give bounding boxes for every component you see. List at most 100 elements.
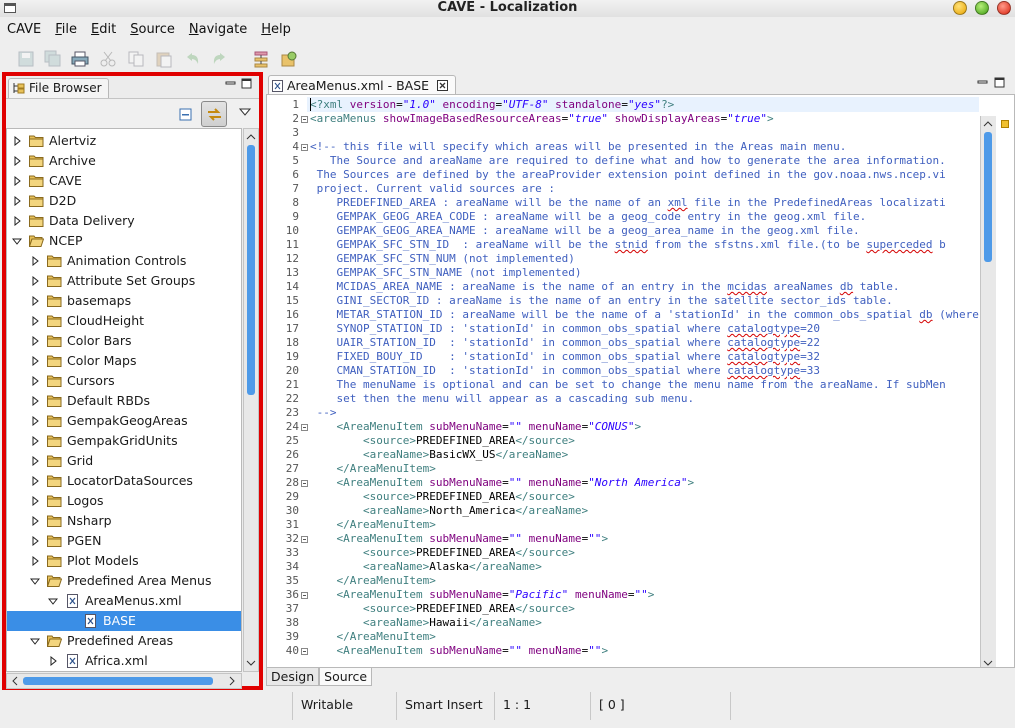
expanded-twisty-icon[interactable]: [11, 231, 23, 251]
menu-cave[interactable]: CAVE: [0, 18, 48, 42]
collapsed-twisty-icon[interactable]: [29, 291, 41, 311]
menu-help[interactable]: Help: [254, 18, 298, 42]
tree-item-logos[interactable]: Logos: [7, 491, 241, 511]
code-line[interactable]: </AreaMenuItem>: [310, 462, 436, 476]
code-line[interactable]: <?xml version="1.0" encoding="UTF-8" sta…: [310, 98, 674, 112]
close-window-button[interactable]: [997, 1, 1011, 15]
collapsed-twisty-icon[interactable]: [11, 171, 23, 191]
code-line[interactable]: set then the menu will appear as a casca…: [310, 392, 694, 406]
code-line[interactable]: -->: [310, 406, 337, 420]
collapsed-twisty-icon[interactable]: [29, 431, 41, 451]
collapsed-twisty-icon[interactable]: [29, 471, 41, 491]
fold-toggle-icon[interactable]: [301, 592, 308, 599]
collapsed-twisty-icon[interactable]: [29, 511, 41, 531]
code-line[interactable]: <AreaMenuItem subMenuName="" menuName=""…: [310, 532, 609, 546]
expanded-twisty-icon[interactable]: [29, 571, 41, 591]
fold-toggle-icon[interactable]: [301, 648, 308, 655]
overview-ruler[interactable]: [998, 116, 1014, 667]
code-line[interactable]: <areaName>North_America</areaName>: [310, 504, 588, 518]
collapsed-twisty-icon[interactable]: [11, 151, 23, 171]
minimize-button[interactable]: [953, 1, 967, 15]
editor-minimize-icon[interactable]: [977, 77, 988, 88]
tree-item-grid[interactable]: Grid: [7, 451, 241, 471]
tree-item-plot-models[interactable]: Plot Models: [7, 551, 241, 571]
code-line[interactable]: </AreaMenuItem>: [310, 518, 436, 532]
tree-item-pgen[interactable]: PGEN: [7, 531, 241, 551]
fold-toggle-icon[interactable]: [301, 116, 308, 123]
collapsed-twisty-icon[interactable]: [29, 311, 41, 331]
fold-toggle-icon[interactable]: [301, 480, 308, 487]
maximize-button[interactable]: [975, 1, 989, 15]
code-line[interactable]: GINI_SECTOR_ID : areaName is the name of…: [310, 294, 892, 308]
code-line[interactable]: PREDEFINED_AREA : areaName will be the n…: [310, 196, 945, 210]
tree-item-predefined-areas[interactable]: Predefined Areas: [7, 631, 241, 651]
tree-vertical-scroll-thumb[interactable]: [247, 145, 255, 395]
tab-design[interactable]: Design: [266, 668, 320, 686]
code-line[interactable]: FIXED_BOUY_ID : 'stationId' in common_ob…: [310, 350, 819, 364]
code-line[interactable]: METAR_STATION_ID : areaName will be the …: [310, 308, 978, 322]
save-icon[interactable]: [17, 50, 35, 68]
fold-toggle-icon[interactable]: [301, 536, 308, 543]
tree-horizontal-scrollbar[interactable]: [6, 673, 242, 689]
redo-icon[interactable]: [211, 50, 229, 68]
code-line[interactable]: <source>PREDEFINED_AREA</source>: [310, 434, 575, 448]
code-line[interactable]: GEMPAK_SFC_STN_ID : areaName will be the…: [310, 238, 945, 252]
tab-source[interactable]: Source: [319, 668, 373, 686]
code-line[interactable]: <AreaMenuItem subMenuName="" menuName=""…: [310, 644, 609, 658]
close-tab-icon[interactable]: [437, 80, 449, 91]
tree-item-cloudheight[interactable]: CloudHeight: [7, 311, 241, 331]
collapsed-twisty-icon[interactable]: [29, 491, 41, 511]
tree-item-default-rbds[interactable]: Default RBDs: [7, 391, 241, 411]
code-line[interactable]: <AreaMenuItem subMenuName="" menuName="C…: [310, 420, 642, 434]
code-line[interactable]: </AreaMenuItem>: [310, 574, 436, 588]
code-line[interactable]: <source>PREDEFINED_AREA</source>: [310, 546, 575, 560]
collapsed-twisty-icon[interactable]: [29, 391, 41, 411]
editor-vertical-scroll-thumb[interactable]: [984, 132, 992, 262]
scroll-down-icon[interactable]: [245, 657, 257, 669]
tree-item-areamenus-xml[interactable]: AreaMenus.xml: [7, 591, 241, 611]
maximize-view-icon[interactable]: [241, 78, 252, 89]
collapsed-twisty-icon[interactable]: [29, 351, 41, 371]
source-editor[interactable]: 1 <?xml version="1.0" encoding="UTF-8" st…: [266, 94, 1015, 668]
collapsed-twisty-icon[interactable]: [29, 551, 41, 571]
fold-toggle-icon[interactable]: [301, 144, 308, 151]
scroll-left-icon[interactable]: [9, 675, 21, 687]
editor-maximize-icon[interactable]: [994, 77, 1005, 88]
code-line[interactable]: GEMPAK_GEOG_AREA_CODE : areaName will be…: [310, 210, 866, 224]
print-icon[interactable]: [71, 50, 89, 68]
code-line[interactable]: The Source and areaName are required to …: [310, 154, 946, 168]
tree-item-archive[interactable]: Archive: [7, 151, 241, 171]
overview-marker-icon[interactable]: [1001, 120, 1009, 128]
undo-icon[interactable]: [183, 50, 201, 68]
tree-item-predefined-area-menus[interactable]: Predefined Area Menus: [7, 571, 241, 591]
tree-item-locatordatasources[interactable]: LocatorDataSources: [7, 471, 241, 491]
collapse-all-icon[interactable]: [179, 108, 192, 121]
copy-icon[interactable]: [127, 50, 145, 68]
scroll-down-icon[interactable]: [982, 657, 994, 668]
tab-file-browser[interactable]: File Browser: [8, 78, 109, 98]
tree-horizontal-scroll-thumb[interactable]: [23, 677, 213, 685]
code-line[interactable]: <source>PREDEFINED_AREA</source>: [310, 490, 575, 504]
code-line[interactable]: SYNOP_STATION_ID : 'stationId' in common…: [310, 322, 819, 336]
code-line[interactable]: <source>PREDEFINED_AREA</source>: [310, 602, 575, 616]
code-line[interactable]: The menuName is optional and can be set …: [310, 378, 945, 392]
collapsed-twisty-icon[interactable]: [47, 651, 59, 671]
code-line[interactable]: project. Current valid sources are :: [310, 182, 555, 196]
paste-icon[interactable]: [155, 50, 173, 68]
tree-item-basemaps[interactable]: basemaps: [7, 291, 241, 311]
collapsed-twisty-icon[interactable]: [11, 211, 23, 231]
expanded-twisty-icon[interactable]: [29, 631, 41, 651]
code-line[interactable]: CMAN_STATION_ID : 'stationId' in common_…: [310, 364, 819, 378]
collapsed-twisty-icon[interactable]: [29, 271, 41, 291]
save-all-icon[interactable]: [44, 50, 62, 68]
code-line[interactable]: <areaName>BasicWX_US</areaName>: [310, 448, 568, 462]
collapsed-twisty-icon[interactable]: [29, 251, 41, 271]
tree-vertical-scrollbar[interactable]: [243, 128, 259, 672]
tree-item-d2d[interactable]: D2D: [7, 191, 241, 211]
code-line[interactable]: UAIR_STATION_ID : 'stationId' in common_…: [310, 336, 819, 350]
collapsed-twisty-icon[interactable]: [29, 531, 41, 551]
collapsed-twisty-icon[interactable]: [29, 331, 41, 351]
code-line[interactable]: <AreaMenuItem subMenuName="" menuName="N…: [310, 476, 695, 490]
scroll-up-icon[interactable]: [245, 131, 257, 143]
tree-item-base[interactable]: BASE: [7, 611, 241, 631]
